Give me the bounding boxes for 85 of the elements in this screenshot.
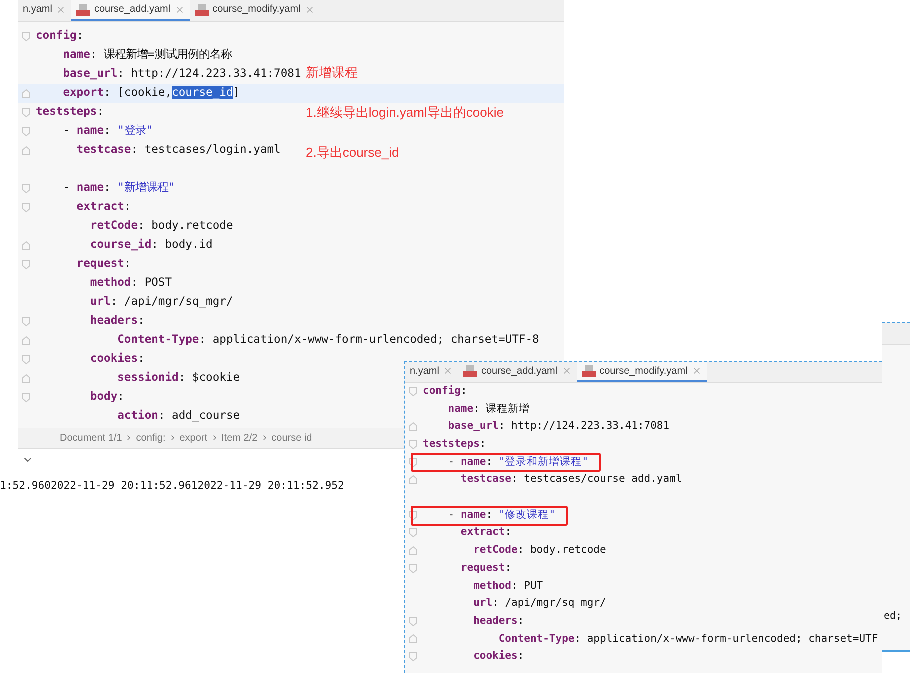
code-line: teststeps: bbox=[36, 105, 104, 118]
close-icon[interactable] bbox=[562, 366, 572, 376]
code-line: url: /api/mgr/sq_mgr/ bbox=[472, 597, 606, 610]
code-line: name: 课程新增=测试用例的名称 bbox=[62, 48, 232, 62]
code-line: testcase: testcases/course_add.yaml bbox=[460, 473, 682, 486]
file-tab[interactable]: n.yaml bbox=[405, 362, 458, 382]
fold-marker-icon[interactable] bbox=[408, 528, 418, 538]
fold-marker-icon[interactable] bbox=[408, 546, 418, 556]
fold-marker-icon[interactable] bbox=[22, 336, 30, 346]
code-line: export: [cookie,course_id] bbox=[62, 86, 240, 100]
file-tab[interactable]: course_modify.yaml bbox=[190, 0, 320, 21]
fold-marker-icon[interactable] bbox=[22, 184, 30, 194]
code-line: sessionid: $cookie bbox=[116, 371, 240, 384]
code-line: cookies: bbox=[472, 650, 524, 662]
fold-marker-icon[interactable] bbox=[408, 652, 418, 662]
fold-marker-icon[interactable] bbox=[408, 564, 418, 574]
breadcrumb-item[interactable]: Document 1/1 bbox=[60, 430, 122, 446]
close-icon[interactable] bbox=[174, 4, 185, 14]
code-line: cookies: bbox=[89, 352, 145, 366]
annotation-note: 新增课程 bbox=[306, 64, 359, 82]
fold-marker-icon[interactable] bbox=[408, 440, 418, 450]
file-tab[interactable]: course_add.yaml bbox=[458, 362, 577, 382]
code-line: - name: "新增课程" bbox=[62, 181, 176, 194]
fold-marker-icon[interactable] bbox=[408, 475, 418, 486]
code-line: retCode: body.retcode bbox=[89, 219, 234, 232]
code-line: action: add_course bbox=[116, 409, 240, 422]
fold-marker-icon[interactable] bbox=[22, 354, 30, 364]
code-line: extract: bbox=[76, 200, 132, 214]
file-tab[interactable]: course_modify.yaml bbox=[576, 362, 707, 382]
fold-marker-icon[interactable] bbox=[22, 240, 30, 250]
fold-marker-icon[interactable] bbox=[22, 202, 30, 212]
code-line: - name: "登录" bbox=[62, 124, 154, 138]
fold-marker-icon[interactable] bbox=[408, 634, 418, 644]
fold-marker-icon[interactable] bbox=[22, 316, 30, 326]
annotation-note: 2.导出course_id bbox=[306, 144, 400, 162]
code-line: extract: bbox=[460, 526, 512, 538]
file-tab[interactable]: n.yaml bbox=[18, 0, 72, 21]
file-tab[interactable]: course_add.yaml bbox=[71, 0, 190, 21]
code-line: course_id: body.id bbox=[89, 238, 213, 252]
code-line: config: bbox=[36, 29, 84, 42]
yaml-file-icon bbox=[582, 365, 596, 377]
fold-marker-icon[interactable] bbox=[22, 108, 30, 118]
code-line: method: POST bbox=[89, 276, 172, 290]
fold-marker-icon[interactable] bbox=[408, 386, 418, 397]
fold-marker-icon[interactable] bbox=[22, 374, 30, 384]
yaml-file-icon bbox=[76, 4, 90, 16]
code-fragment: ed; bbox=[884, 610, 904, 624]
breadcrumb-item[interactable]: export bbox=[180, 430, 208, 446]
console-output: 1:52.9602022-11-29 20:11:52.9612022-11-29 20:11:52.952 bbox=[0, 480, 344, 492]
breadcrumb-item[interactable]: course id bbox=[272, 430, 312, 446]
fold-marker-icon[interactable] bbox=[22, 146, 30, 156]
fold-marker-icon[interactable] bbox=[408, 422, 418, 432]
close-icon[interactable] bbox=[692, 366, 702, 376]
fold-marker-icon[interactable] bbox=[408, 616, 418, 627]
code-line: teststeps: bbox=[423, 438, 486, 450]
code-line: headers: bbox=[89, 314, 145, 328]
close-icon[interactable] bbox=[443, 366, 454, 376]
code-line: base_url: http://124.223.33.41:7081 bbox=[447, 420, 670, 432]
code-line: request: bbox=[460, 562, 512, 574]
close-icon[interactable] bbox=[304, 4, 315, 14]
fold-marker-icon[interactable] bbox=[22, 260, 30, 270]
code-line: - name: "修改课程" bbox=[447, 508, 556, 521]
code-line: body: bbox=[89, 390, 124, 404]
yaml-file-icon bbox=[194, 4, 209, 16]
annotation-note: 1.继续导出login.yaml导出的cookie bbox=[306, 104, 504, 122]
yaml-file-icon bbox=[463, 365, 478, 377]
code-line: headers: bbox=[472, 614, 524, 627]
code-line: Content-Type: application/x-www-form-urlencoded; charset=UTF bbox=[498, 632, 878, 645]
code-line: config: bbox=[423, 384, 468, 397]
fold-marker-icon[interactable] bbox=[22, 126, 30, 136]
fold-marker-icon[interactable] bbox=[22, 392, 30, 402]
breadcrumb-item[interactable]: Item 2/2 bbox=[222, 430, 258, 446]
code-line: request: bbox=[76, 257, 132, 270]
fold-marker-icon[interactable] bbox=[22, 32, 30, 42]
code-line: name: 课程新增 bbox=[447, 402, 530, 415]
code-line: testcase: testcases/login.yaml bbox=[76, 143, 281, 156]
breadcrumb-item[interactable]: config: bbox=[136, 430, 166, 446]
close-icon[interactable] bbox=[56, 4, 66, 14]
code-line: url: /api/mgr/sq_mgr/ bbox=[89, 295, 234, 308]
code-line: - name: "登录和新增课程" bbox=[447, 456, 589, 468]
code-line: Content-Type: application/x-www-form-urlencoded; charset=UTF-8 bbox=[116, 333, 540, 346]
code-line: method: PUT bbox=[472, 580, 544, 592]
code-line: retCode: body.retcode bbox=[472, 544, 606, 556]
code-line: base_url: http://124.223.33.41:7081 bbox=[62, 67, 302, 80]
fold-marker-icon[interactable] bbox=[22, 88, 30, 98]
